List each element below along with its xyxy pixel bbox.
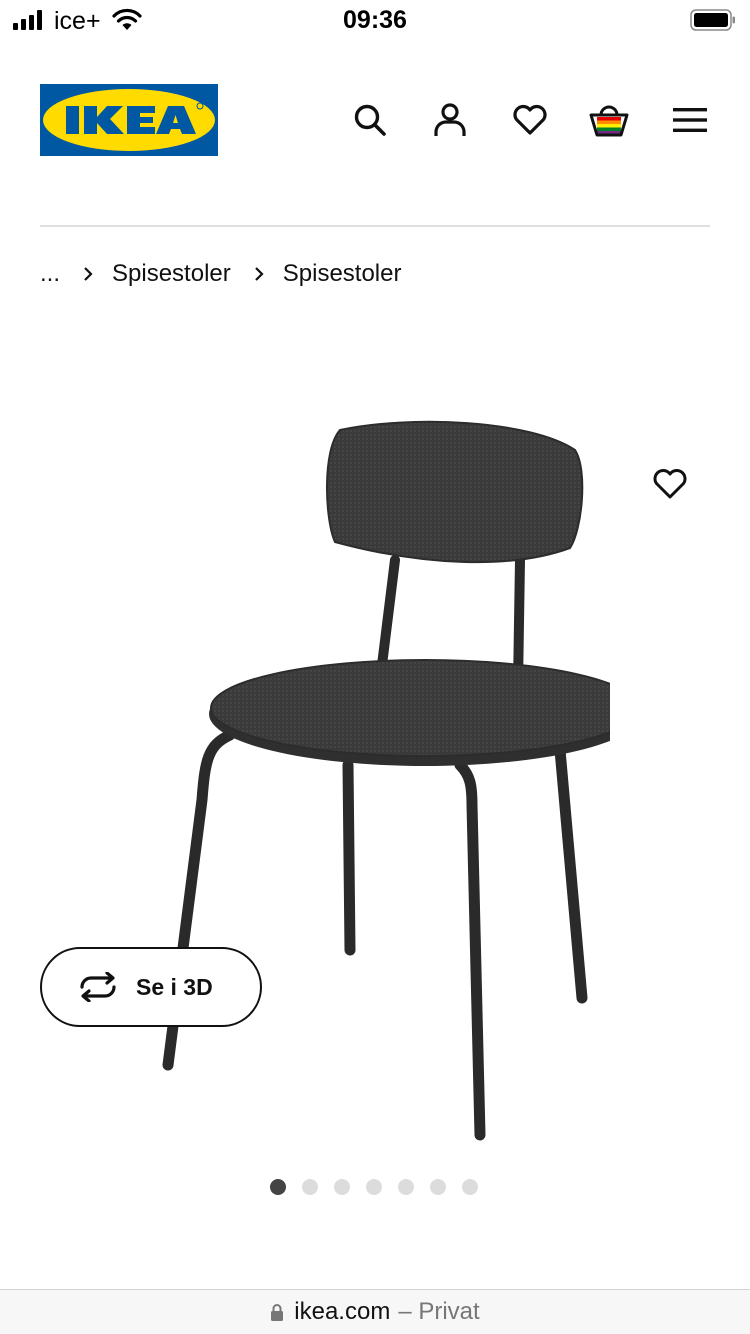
wishlist-button[interactable] <box>510 100 550 140</box>
clock: 09:36 <box>343 6 407 34</box>
address-domain: ikea.com <box>294 1298 391 1325</box>
account-icon <box>434 103 466 136</box>
product-favorite-button[interactable] <box>648 462 692 506</box>
menu-button[interactable] <box>670 100 710 140</box>
carousel-dot[interactable] <box>334 1179 350 1195</box>
shopping-basket-icon <box>589 105 629 137</box>
heart-icon <box>513 104 547 135</box>
shopping-basket-button[interactable] <box>589 100 629 140</box>
battery-icon <box>690 9 735 31</box>
carousel-dot[interactable] <box>302 1179 318 1195</box>
lock-icon <box>271 1304 284 1321</box>
browser-address-bar[interactable]: ikea.com – Privat <box>0 1289 750 1334</box>
carousel-dot-active[interactable] <box>270 1179 286 1195</box>
carousel-dot[interactable] <box>366 1179 382 1195</box>
account-button[interactable] <box>430 100 470 140</box>
heart-outline-icon <box>653 469 687 499</box>
carousel-dots <box>270 1179 494 1195</box>
search-button[interactable] <box>350 100 390 140</box>
ikea-logo[interactable] <box>40 84 218 156</box>
carousel-dot[interactable] <box>398 1179 414 1195</box>
breadcrumb-item[interactable]: Spisestoler <box>112 260 231 288</box>
view-in-3d-label: Se i 3D <box>136 973 213 1000</box>
chair-image[interactable] <box>150 410 610 1150</box>
chevron-right-icon <box>84 267 93 281</box>
hamburger-menu-icon <box>673 108 707 132</box>
header-divider <box>40 225 710 227</box>
carousel-dot[interactable] <box>462 1179 478 1195</box>
breadcrumb-item-current[interactable]: Spisestoler <box>283 260 402 288</box>
rotate-3d-icon <box>80 972 116 1002</box>
private-mode-label: – Privat <box>398 1298 480 1325</box>
chevron-right-icon <box>254 267 264 281</box>
status-bar: ice+ 09:36 <box>0 0 750 40</box>
breadcrumb-ellipsis[interactable]: ... <box>40 260 60 288</box>
view-in-3d-button[interactable]: Se i 3D <box>40 947 262 1027</box>
breadcrumb: ... Spisestoler Spisestoler <box>40 258 401 290</box>
carousel-dot[interactable] <box>430 1179 446 1195</box>
search-icon <box>354 104 386 136</box>
